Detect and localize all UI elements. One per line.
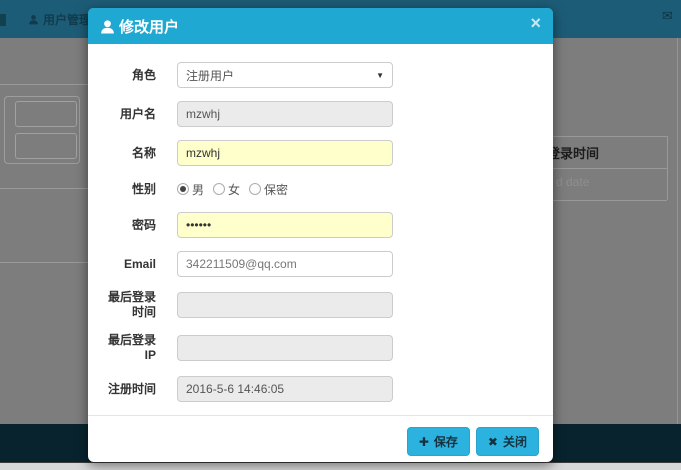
- role-select-value: 注册用户: [186, 67, 234, 84]
- radio-checked-icon[interactable]: [177, 183, 189, 195]
- plus-icon: ✚: [419, 435, 429, 449]
- gender-label: 性别: [98, 182, 156, 197]
- form-row-role: 角色 注册用户 ▼: [98, 62, 533, 88]
- password-label: 密码: [98, 218, 156, 233]
- x-icon: ✖: [488, 435, 498, 449]
- user-icon: [100, 19, 115, 34]
- gender-secret-label: 保密: [264, 181, 288, 198]
- username-field: [177, 101, 393, 127]
- last-login-ip-label: 最后登录IP: [98, 333, 156, 363]
- gender-radio-male[interactable]: 男: [177, 181, 204, 198]
- form-row-email: Email: [98, 251, 533, 277]
- close-icon[interactable]: ×: [530, 14, 541, 32]
- email-label: Email: [98, 257, 156, 272]
- save-button-label: 保存: [434, 433, 458, 450]
- last-login-time-label: 最后登录时间: [98, 290, 156, 320]
- name-field[interactable]: [177, 140, 393, 166]
- name-label: 名称: [98, 146, 156, 161]
- gender-female-label: 女: [228, 181, 240, 198]
- register-time-label: 注册时间: [98, 382, 156, 397]
- modal-title: 修改用户: [100, 16, 179, 37]
- close-button[interactable]: ✖ 关闭: [476, 427, 539, 456]
- username-label: 用户名: [98, 107, 156, 122]
- form-row-username: 用户名: [98, 101, 533, 127]
- role-select[interactable]: 注册用户 ▼: [177, 62, 393, 88]
- role-label: 角色: [98, 68, 156, 83]
- form-row-password: 密码: [98, 212, 533, 238]
- radio-unchecked-icon[interactable]: [213, 183, 225, 195]
- last-login-time-field: [177, 292, 393, 318]
- form-row-gender: 性别 男 女 保密: [98, 179, 533, 199]
- save-button[interactable]: ✚ 保存: [407, 427, 470, 456]
- email-field[interactable]: [177, 251, 393, 277]
- form-row-name: 名称: [98, 140, 533, 166]
- chevron-down-icon: ▼: [376, 71, 384, 80]
- password-field[interactable]: [177, 212, 393, 238]
- form-row-last-login-ip: 最后登录IP: [98, 333, 533, 363]
- gender-radio-group: 男 女 保密: [177, 181, 288, 198]
- radio-unchecked-icon[interactable]: [249, 183, 261, 195]
- gender-radio-female[interactable]: 女: [213, 181, 240, 198]
- close-button-label: 关闭: [503, 433, 527, 450]
- last-login-ip-field: [177, 335, 393, 361]
- gender-radio-secret[interactable]: 保密: [249, 181, 288, 198]
- form-row-last-login-time: 最后登录时间: [98, 290, 533, 320]
- register-time-field: [177, 376, 393, 402]
- modal-title-text: 修改用户: [119, 16, 179, 37]
- modal-body: 角色 注册用户 ▼ 用户名 名称 性别 男 女: [88, 44, 553, 415]
- gender-male-label: 男: [192, 181, 204, 198]
- edit-user-modal: 修改用户 × 角色 注册用户 ▼ 用户名 名称 性别 男: [88, 8, 553, 462]
- form-row-register-time: 注册时间: [98, 376, 533, 402]
- modal-header: 修改用户 ×: [88, 8, 553, 44]
- modal-footer: ✚ 保存 ✖ 关闭: [88, 415, 553, 467]
